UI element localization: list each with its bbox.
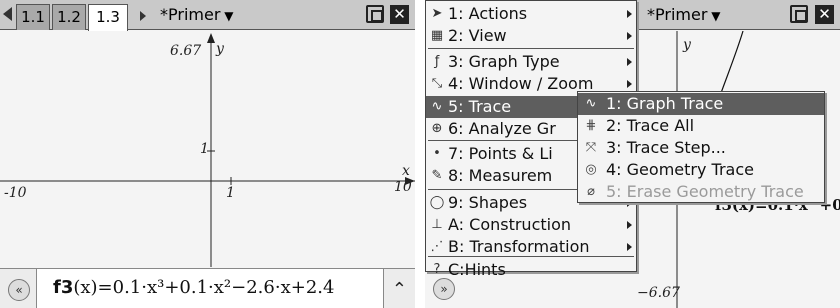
expand-history-icon[interactable]: ⌃: [392, 279, 407, 300]
menu-item-label: 2: View: [448, 26, 507, 45]
screen-divider: [415, 0, 425, 308]
trace-submenu-label: 1: Graph Trace: [606, 94, 724, 113]
function-entry-field[interactable]: f3(x)=0.1·x³+0.1·x²−2.6·x+2.4: [36, 269, 384, 308]
menu-item-1[interactable]: ➤ 1: Actions: [426, 3, 636, 25]
point-icon: •: [433, 146, 441, 161]
trace-submenu-item-5: ⌀ 5: Erase Geometry Trace: [578, 181, 824, 203]
right-screen: *Primer ✕ y −6.67 f3(x)=0.1·x³ +0.1·x² −…: [425, 0, 840, 308]
menu-item-label: 3: Graph Type: [448, 52, 560, 71]
tab-scroll-left-icon[interactable]: [3, 7, 12, 21]
shapes-icon: ◯: [429, 195, 445, 210]
trace-step-icon: ⤧: [585, 140, 597, 155]
analyze-icon: ⊕: [431, 121, 443, 136]
submenu-arrow-icon: [627, 58, 632, 66]
close-icon[interactable]: ✕: [390, 5, 409, 24]
menu-item-3[interactable]: ƒ 3: Graph Type: [426, 51, 636, 73]
battery-icon-right: [790, 5, 808, 23]
zoom-icon: ⤡: [431, 76, 443, 91]
tab-1-1[interactable]: 1.1: [16, 4, 50, 30]
arrow-pointer-icon: ➤: [431, 6, 443, 21]
expand-entry-icon[interactable]: »: [433, 278, 455, 300]
menu-item-11[interactable]: ⋰ B: Transformation: [426, 236, 636, 258]
construction-icon: ⊥: [431, 217, 443, 232]
x-min-label: -10: [4, 185, 27, 201]
trace-submenu-label: 5: Erase Geometry Trace: [606, 182, 804, 201]
entry-line: « f3(x)=0.1·x³+0.1·x²−2.6·x+2.4 ⌃: [0, 268, 415, 308]
y-max-label: 6.67: [170, 43, 202, 59]
view-icon: ▦: [430, 28, 444, 43]
graph-type-icon: ƒ: [434, 54, 440, 69]
trace-submenu-item-3[interactable]: ⤧ 3: Trace Step...: [578, 137, 824, 159]
left-screen: 1.1 1.2 1.3 *Primer ✕ 6.67 y 1 x -10 1 1…: [0, 0, 415, 308]
x-one-label: 1: [226, 185, 235, 201]
trace-submenu: ∿ 1: Graph Trace ⋕ 2: Trace All ⤧ 3: Trace St…: [577, 91, 825, 203]
battery-icon: [366, 5, 384, 23]
document-title[interactable]: *Primer: [160, 4, 233, 27]
trace-submenu-item-1[interactable]: ∿ 1: Graph Trace: [578, 93, 824, 115]
transformation-icon: ⋰: [430, 239, 444, 254]
submenu-arrow-icon: [627, 10, 632, 18]
y-min-label: −6.67: [637, 285, 680, 301]
menu-item-12[interactable]: ? C:Hints: [426, 259, 636, 281]
function-entry-text: f3(x)=0.1·x³+0.1·x²−2.6·x+2.4: [53, 277, 334, 298]
menu-item-label: 8: Measurem: [448, 166, 553, 185]
menu-item-label: 7: Points & Li: [448, 144, 553, 163]
graph-trace-icon: ∿: [585, 96, 597, 111]
y-axis-name-right: y: [683, 37, 691, 53]
ruler-icon: ✎: [431, 168, 443, 183]
trace-submenu-label: 2: Trace All: [606, 116, 695, 135]
tab-scroll-right-icon[interactable]: [140, 11, 146, 21]
menu-item-label: 1: Actions: [448, 4, 528, 23]
menu-item-label: A: Construction: [448, 215, 572, 234]
menu-item-label: 6: Analyze Gr: [448, 119, 556, 138]
y-axis-arrow-icon: [207, 33, 215, 43]
erase-trace-icon: ⌀: [587, 184, 595, 199]
close-icon-right[interactable]: ✕: [815, 5, 834, 24]
y-one-label: 1: [200, 141, 209, 157]
menu-item-2[interactable]: ▦ 2: View: [426, 25, 636, 47]
graph-area[interactable]: 6.67 y 1 x -10 1 10: [0, 31, 415, 267]
function-expression: (x)=0.1·x³+0.1·x²−2.6·x+2.4: [73, 277, 335, 298]
document-title-right[interactable]: *Primer: [647, 4, 720, 27]
x-max-label: 10: [394, 179, 412, 195]
collapse-entry-icon[interactable]: «: [8, 279, 30, 301]
tab-1-2[interactable]: 1.2: [52, 4, 86, 30]
hints-icon: ?: [433, 262, 441, 277]
trace-all-icon: ⋕: [585, 118, 597, 133]
menu-item-10[interactable]: ⊥ A: Construction: [426, 214, 636, 236]
trace-submenu-item-4[interactable]: ◎ 4: Geometry Trace: [578, 159, 824, 181]
trace-submenu-label: 3: Trace Step...: [606, 138, 726, 157]
menu-separator: [428, 48, 634, 49]
function-name: f3: [53, 277, 74, 298]
trace-icon: ∿: [431, 99, 443, 114]
geometry-trace-icon: ◎: [585, 162, 597, 177]
submenu-arrow-icon: [627, 243, 632, 251]
menu-item-label: C:Hints: [448, 260, 506, 279]
submenu-arrow-icon: [627, 221, 632, 229]
tab-bar: 1.1 1.2 1.3 *Primer ✕: [0, 0, 415, 31]
function-curve[interactable]: [720, 31, 744, 94]
submenu-arrow-icon: [627, 80, 632, 88]
trace-submenu-label: 4: Geometry Trace: [606, 160, 754, 179]
submenu-arrow-icon: [627, 32, 632, 40]
y-axis-name: y: [216, 41, 224, 57]
menu-item-label: 4: Window / Zoom: [448, 74, 594, 93]
menu-item-label: B: Transformation: [448, 237, 590, 256]
menu-item-label: 5: Trace: [448, 97, 512, 116]
x-axis-name: x: [402, 163, 410, 179]
menu-item-label: 9: Shapes: [448, 193, 528, 212]
trace-submenu-item-2[interactable]: ⋕ 2: Trace All: [578, 115, 824, 137]
tab-1-3[interactable]: 1.3: [88, 4, 128, 31]
